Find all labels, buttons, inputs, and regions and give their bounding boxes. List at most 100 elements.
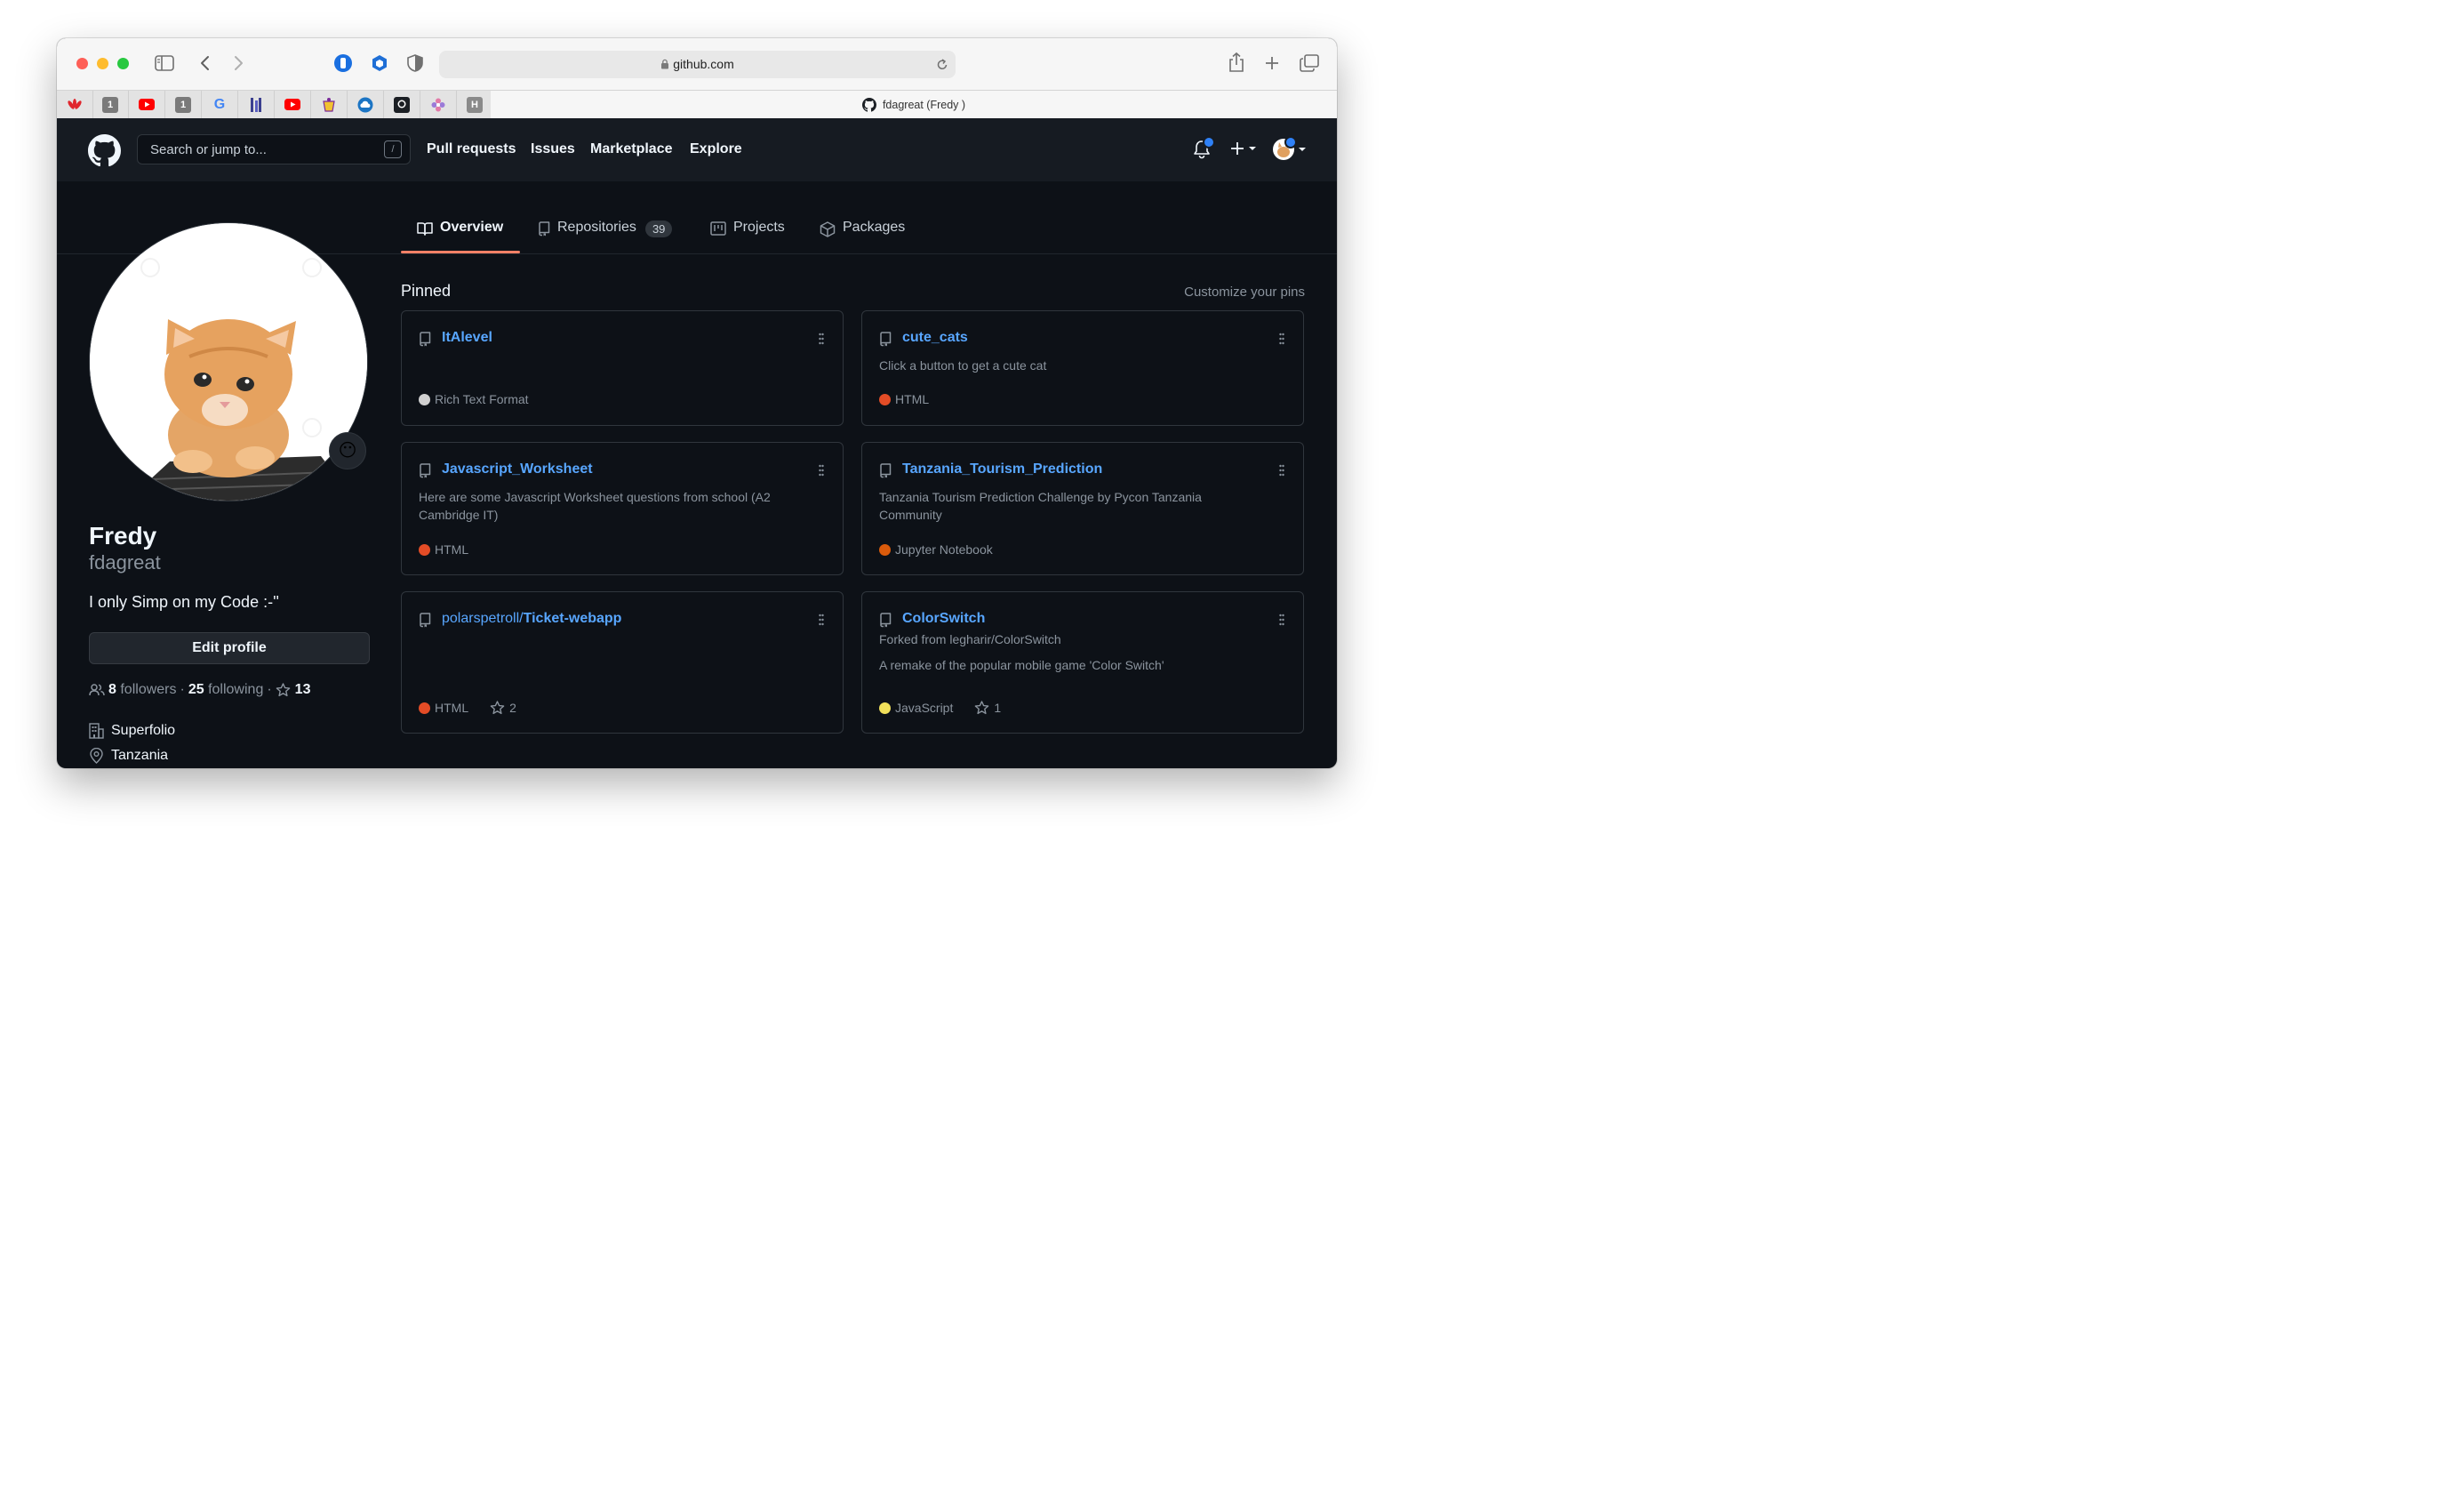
profile-avatar[interactable] xyxy=(89,222,368,501)
shield-extension-icon[interactable] xyxy=(406,53,424,73)
search-input[interactable]: Search or jump to... / xyxy=(137,134,411,164)
zoom-window-button[interactable] xyxy=(117,58,129,69)
repo-name-link[interactable]: polarspetroll/Ticket-webapp xyxy=(442,611,621,627)
package-icon xyxy=(820,221,836,237)
address-bar[interactable]: github.com xyxy=(439,51,956,78)
drag-handle-icon[interactable] xyxy=(1279,464,1284,481)
status-emoji: 😶 xyxy=(338,441,357,461)
language-color-dot xyxy=(419,543,430,556)
browser-window: github.com 1 1 G H fdagreat (Fredy) Sea… xyxy=(57,38,1337,768)
forward-arrow-icon[interactable] xyxy=(234,55,244,71)
tab-repositories-label: Repositories xyxy=(557,220,636,235)
repo-stars-link[interactable]: 2 xyxy=(490,701,516,715)
repo-name: ColorSwitch xyxy=(902,611,986,626)
github-logo-icon[interactable] xyxy=(88,134,121,167)
repo-name-link[interactable]: ColorSwitch xyxy=(902,611,985,627)
notification-dot xyxy=(1203,136,1215,148)
huawei-icon xyxy=(68,98,82,109)
pinned-tab-1password[interactable]: 1 xyxy=(92,91,129,118)
tab-packages[interactable]: Packages xyxy=(820,220,905,253)
tab-repositories[interactable]: Repositories 39 xyxy=(538,220,673,253)
repo-name: Tanzania_Tourism_Prediction xyxy=(902,461,1103,477)
following-count: 25 xyxy=(188,682,204,697)
following-link[interactable]: 25 following xyxy=(188,682,264,698)
nav-explore[interactable]: Explore xyxy=(690,141,742,157)
repo-stars-link[interactable]: 1 xyxy=(974,701,1001,715)
active-tab-underline xyxy=(401,251,520,253)
user-menu-dropdown[interactable] xyxy=(1273,136,1307,160)
status-emoji-button[interactable]: 😶 xyxy=(329,432,366,469)
onepassword-icon: 1 xyxy=(175,96,191,113)
pinned-tab-1password-2[interactable]: 1 xyxy=(165,91,202,118)
profile-bio: I only Simp on my Code :-'' xyxy=(89,593,279,611)
github-favicon-icon xyxy=(861,98,876,112)
followers-count: 8 xyxy=(108,682,116,697)
pinned-tab-cloud[interactable] xyxy=(348,91,384,118)
new-tab-icon[interactable] xyxy=(1264,55,1280,71)
star-icon xyxy=(974,701,989,715)
following-label: following xyxy=(208,682,264,697)
pinned-tab-github[interactable] xyxy=(384,91,420,118)
repo-icon xyxy=(539,221,550,237)
cube-extension-icon[interactable] xyxy=(370,53,389,73)
avatar-small xyxy=(1273,136,1297,160)
nav-pull-requests[interactable]: Pull requests xyxy=(427,141,516,157)
drag-handle-icon[interactable] xyxy=(1279,614,1284,630)
notifications-button[interactable] xyxy=(1193,136,1215,159)
create-new-dropdown[interactable] xyxy=(1230,141,1257,156)
nav-marketplace[interactable]: Marketplace xyxy=(590,141,673,157)
stars-count: 13 xyxy=(294,682,311,697)
lock-icon xyxy=(661,59,669,69)
repo-name-link[interactable]: cute_cats xyxy=(902,330,968,346)
reload-icon[interactable] xyxy=(936,58,948,71)
pinned-tab-huawei[interactable] xyxy=(57,91,93,118)
profile-company: Superfolio xyxy=(89,723,175,739)
pinned-tab-h[interactable]: H xyxy=(457,91,493,118)
repo-icon xyxy=(419,463,431,483)
flower-icon xyxy=(431,98,445,111)
drag-handle-icon[interactable] xyxy=(819,464,824,481)
repo-meta: Jupyter Notebook xyxy=(879,542,993,557)
pinned-tab-app[interactable] xyxy=(238,91,275,118)
youtube-icon xyxy=(284,99,300,110)
tab-overview-icon[interactable] xyxy=(1300,54,1319,72)
nav-issues[interactable]: Issues xyxy=(531,141,575,157)
caret-down-icon xyxy=(1299,148,1306,151)
google-icon: G xyxy=(213,96,226,112)
followers-link[interactable]: 8 followers xyxy=(108,682,177,698)
onepassword-extension-icon[interactable] xyxy=(333,53,353,73)
pinned-tab-flower[interactable] xyxy=(420,91,457,118)
edit-profile-button[interactable]: Edit profile xyxy=(89,632,370,664)
repo-name-link[interactable]: Javascript_Worksheet xyxy=(442,461,593,477)
tab-projects[interactable]: Projects xyxy=(710,220,785,253)
language-color-dot xyxy=(879,702,891,714)
close-window-button[interactable] xyxy=(76,58,88,69)
back-arrow-icon[interactable] xyxy=(199,55,210,71)
app-icon xyxy=(251,97,261,112)
sidebar-toggle-icon[interactable] xyxy=(155,55,174,71)
customize-pins-link[interactable]: Customize your pins xyxy=(1184,285,1305,300)
repo-name-link[interactable]: ItAlevel xyxy=(442,330,492,346)
pinned-tab-cup[interactable] xyxy=(311,91,348,118)
tab-overview-label: Overview xyxy=(440,220,504,235)
tab-overview[interactable]: Overview xyxy=(417,220,503,253)
github-header: Search or jump to... / Pull requests Iss… xyxy=(57,118,1337,181)
pinned-tab-youtube-2[interactable] xyxy=(275,91,311,118)
pinned-repo-card: Tanzania_Tourism_Prediction Tanzania Tour… xyxy=(861,442,1304,575)
pinned-repo-card: ColorSwitch Forked from legharir/ColorSwi… xyxy=(861,591,1304,734)
repo-language: HTML xyxy=(895,392,930,406)
share-icon[interactable] xyxy=(1228,52,1245,73)
drag-handle-icon[interactable] xyxy=(819,614,824,630)
url-label: github.com xyxy=(673,57,734,71)
stars-link[interactable]: 13 xyxy=(276,682,311,698)
active-browser-tab[interactable]: fdagreat (Fredy ) xyxy=(491,91,1337,119)
repo-icon xyxy=(419,332,431,351)
pinned-tab-google[interactable]: G xyxy=(202,91,238,118)
drag-handle-icon[interactable] xyxy=(819,333,824,349)
pinned-tab-youtube[interactable] xyxy=(129,91,165,118)
url-text: github.com xyxy=(439,57,956,71)
minimize-window-button[interactable] xyxy=(97,58,108,69)
repo-meta: HTML xyxy=(879,392,929,406)
repo-name-link[interactable]: Tanzania_Tourism_Prediction xyxy=(902,461,1102,477)
drag-handle-icon[interactable] xyxy=(1279,333,1284,349)
